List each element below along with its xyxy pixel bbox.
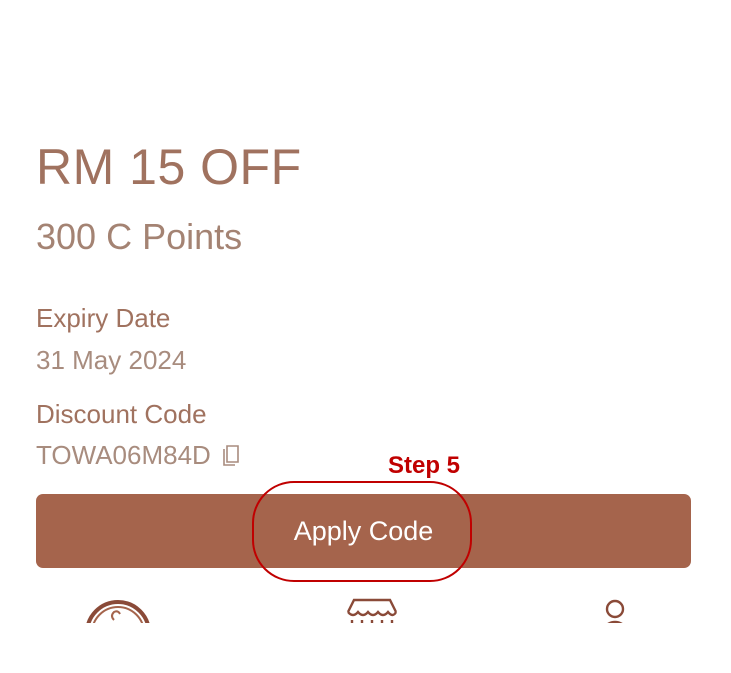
discount-code-value: TOWA06M84D xyxy=(36,440,211,470)
expiry-date-label: Expiry Date xyxy=(36,303,171,333)
discount-code-row: TOWA06M84D xyxy=(36,442,243,468)
profile-icon xyxy=(605,599,625,623)
home-logo-icon xyxy=(86,600,150,623)
voucher-title: RM 15 OFF xyxy=(36,139,302,195)
store-icon xyxy=(346,598,398,623)
expiry-date-value: 31 May 2024 xyxy=(36,345,187,375)
apply-code-button[interactable]: Apply Code xyxy=(36,494,691,568)
nav-home[interactable] xyxy=(84,590,152,623)
bottom-navigation xyxy=(0,590,731,623)
voucher-points: 300 C Points xyxy=(36,216,243,257)
copy-icon[interactable] xyxy=(219,442,243,468)
nav-store[interactable] xyxy=(340,590,404,623)
discount-code-label: Discount Code xyxy=(36,399,207,429)
step-annotation-label: Step 5 xyxy=(388,452,461,479)
nav-profile[interactable] xyxy=(600,590,630,623)
